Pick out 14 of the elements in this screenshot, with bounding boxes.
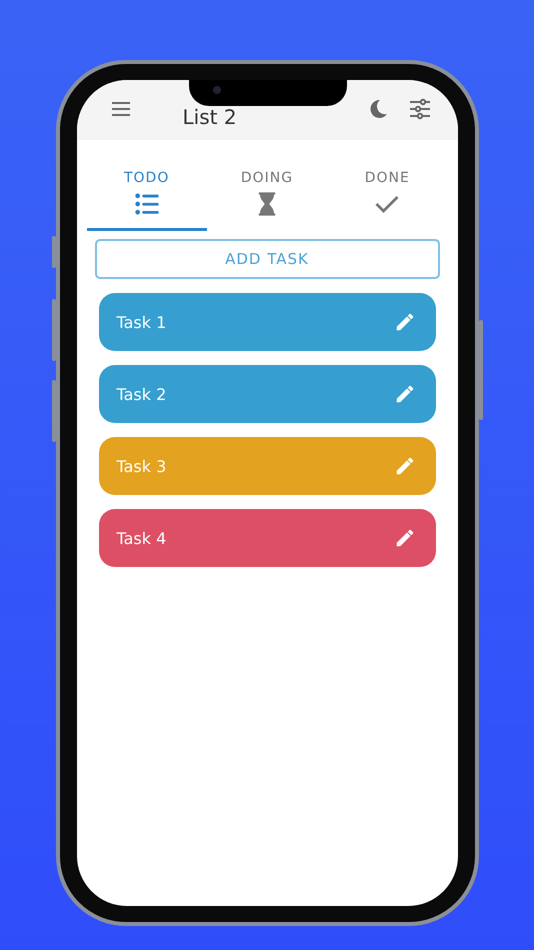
task-label: Task 1 — [116, 312, 166, 332]
task-label: Task 4 — [116, 528, 166, 548]
task-card[interactable]: Task 3 — [98, 437, 436, 495]
task-card[interactable]: Task 2 — [98, 365, 436, 423]
task-label: Task 2 — [116, 384, 166, 404]
task-card[interactable]: Task 1 — [98, 293, 436, 351]
task-label: Task 3 — [116, 456, 166, 476]
sliders-icon[interactable] — [408, 97, 432, 121]
tab[interactable]: TODO — [86, 166, 207, 231]
tab[interactable]: DONE — [327, 166, 448, 231]
tab[interactable]: DOING — [206, 166, 328, 231]
task-card[interactable]: Task 4 — [98, 509, 436, 567]
list-title: List 2 — [182, 105, 237, 129]
add-task-button[interactable]: ADD TASK — [94, 239, 440, 279]
